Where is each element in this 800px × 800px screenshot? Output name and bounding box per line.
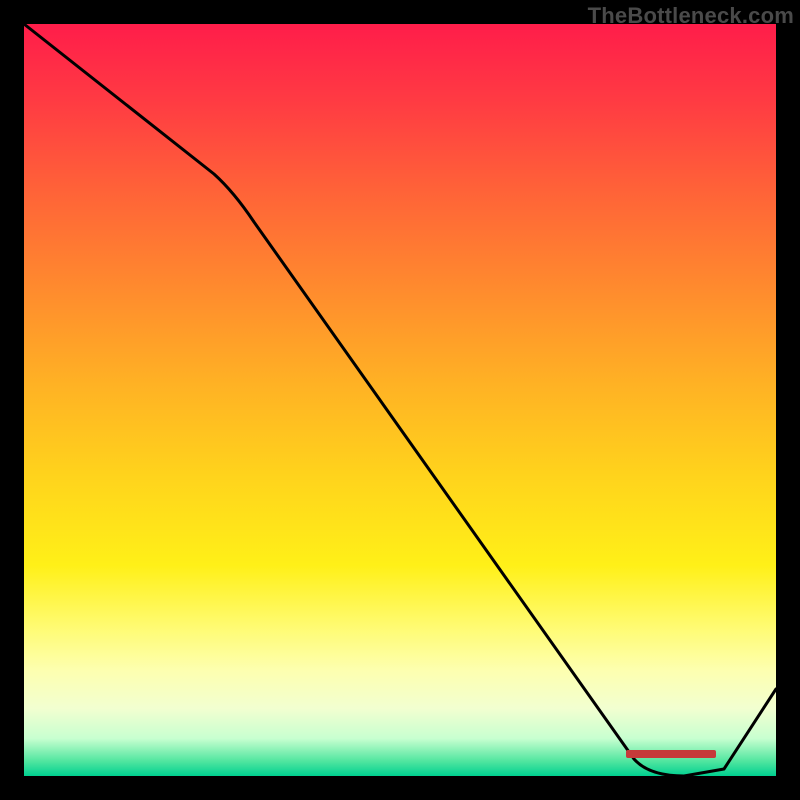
- plot-area: [24, 24, 776, 776]
- attribution-text: TheBottleneck.com: [588, 3, 794, 29]
- chart-frame: TheBottleneck.com: [0, 0, 800, 800]
- bottleneck-curve: [24, 24, 776, 776]
- curve-path: [24, 24, 776, 776]
- optimal-range-marker: [626, 750, 716, 758]
